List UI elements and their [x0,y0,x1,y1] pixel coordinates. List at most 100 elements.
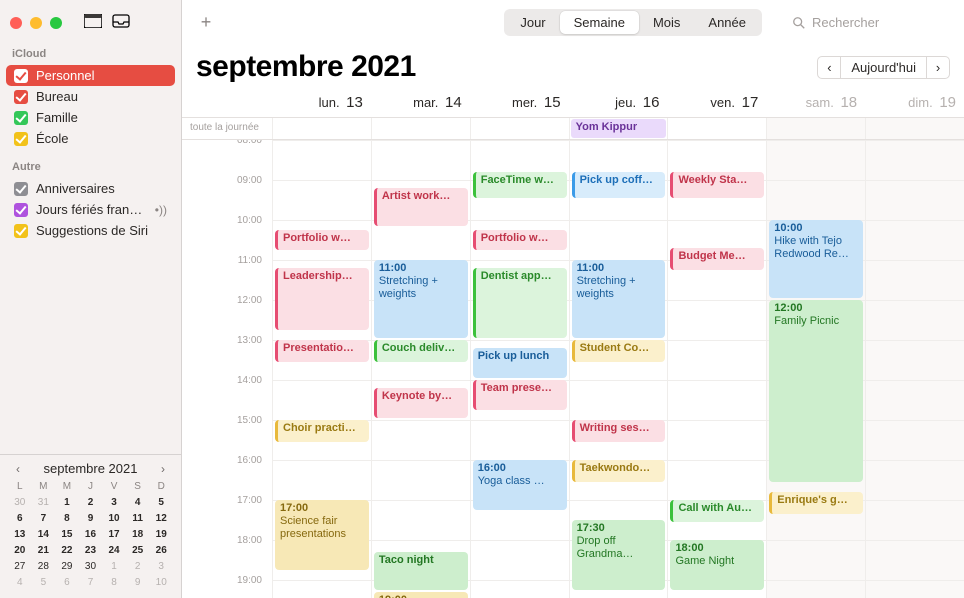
calendar-view-icon[interactable] [84,14,102,33]
mini-day[interactable]: 5 [151,496,171,510]
mini-day[interactable]: 23 [81,544,101,558]
calendar-anniversaires[interactable]: Anniversaires [6,178,175,199]
mini-day[interactable]: 14 [34,528,54,542]
view-année[interactable]: Année [694,11,760,34]
day-column[interactable]: Artist work…11:00Stretching + weightsCou… [371,140,470,598]
mini-day[interactable]: 30 [10,496,30,510]
mini-day[interactable]: 11 [128,512,148,526]
mini-day[interactable]: 1 [57,496,77,510]
mini-next-month[interactable]: › [155,462,171,476]
calendar-siri[interactable]: Suggestions de Siri [6,220,175,241]
event[interactable]: Writing ses… [572,420,666,442]
checkbox-icon[interactable] [14,224,28,238]
event[interactable]: Dentist app… [473,268,567,338]
event[interactable]: Taco night [374,552,468,590]
mini-day[interactable]: 15 [57,528,77,542]
calendar-ecole[interactable]: École [6,128,175,149]
checkbox-icon[interactable] [14,90,28,104]
next-week-button[interactable]: › [926,56,950,79]
mini-day[interactable]: 7 [81,576,101,590]
mini-day[interactable]: 2 [128,560,148,574]
view-semaine[interactable]: Semaine [560,11,639,34]
allday-cell[interactable] [766,118,865,139]
mini-prev-month[interactable]: ‹ [10,462,26,476]
mini-day[interactable]: 16 [81,528,101,542]
event[interactable]: Enrique's g… [769,492,863,514]
mini-day[interactable]: 5 [34,576,54,590]
search-field[interactable]: Rechercher [792,15,952,30]
mini-day[interactable]: 25 [128,544,148,558]
mini-day[interactable]: 8 [57,512,77,526]
event[interactable]: Portfolio w… [473,230,567,250]
minimize-icon[interactable] [30,17,42,29]
event[interactable]: Pick up lunch [473,348,567,378]
mini-day[interactable]: 19 [151,528,171,542]
inbox-view-icon[interactable] [112,14,130,33]
allday-cell[interactable] [371,118,470,139]
mini-day[interactable]: 10 [151,576,171,590]
mini-day[interactable]: 20 [10,544,30,558]
allday-cell[interactable] [667,118,766,139]
checkbox-icon[interactable] [14,69,28,83]
event[interactable]: Team prese… [473,380,567,410]
mini-day[interactable]: 22 [57,544,77,558]
mini-day[interactable]: 24 [104,544,124,558]
add-event-button[interactable]: + [194,12,218,33]
checkbox-icon[interactable] [14,182,28,196]
allday-event[interactable]: Yom Kippur [571,119,667,138]
mini-day[interactable]: 30 [81,560,101,574]
mini-day[interactable]: 17 [104,528,124,542]
mini-day[interactable]: 29 [57,560,77,574]
calendar-bureau[interactable]: Bureau [6,86,175,107]
event[interactable]: Leadership… [275,268,369,330]
calendar-personnel[interactable]: Personnel [6,65,175,86]
day-column[interactable]: 10:00Hike with TejoRedwood Re…12:00Famil… [766,140,865,598]
day-column[interactable]: Pick up coff… 11:00Stretching + weightsSt… [569,140,668,598]
view-jour[interactable]: Jour [506,11,559,34]
mini-day[interactable]: 31 [34,496,54,510]
mini-day[interactable]: 7 [34,512,54,526]
event[interactable]: 17:00Science fair presentations [275,500,369,570]
allday-cell[interactable] [272,118,371,139]
event[interactable]: 17:30Drop off Grandma… [572,520,666,590]
mini-day[interactable]: 6 [57,576,77,590]
mini-day[interactable]: 9 [128,576,148,590]
event[interactable]: Budget Me… [670,248,764,270]
event[interactable]: Weekly Sta… [670,172,764,198]
mini-day[interactable]: 9 [81,512,101,526]
calendar-feriés[interactable]: Jours fériés fran…•)) [6,199,175,220]
mini-day[interactable]: 3 [151,560,171,574]
mini-day[interactable]: 28 [34,560,54,574]
allday-cell[interactable] [865,118,964,139]
checkbox-icon[interactable] [14,111,28,125]
event[interactable]: Portfolio w… [275,230,369,250]
event[interactable]: 18:00Game Night [670,540,764,590]
mini-day[interactable]: 26 [151,544,171,558]
mini-day[interactable]: 4 [10,576,30,590]
day-column[interactable]: FaceTime w… Portfolio w… Dentist app… Pick … [470,140,569,598]
mini-day[interactable]: 10 [104,512,124,526]
event[interactable]: Pick up coff… [572,172,666,198]
event[interactable]: Taekwondo… [572,460,666,482]
checkbox-icon[interactable] [14,132,28,146]
event[interactable]: Call with Au… [670,500,764,522]
calendar-famille[interactable]: Famille [6,107,175,128]
event[interactable]: FaceTime w… [473,172,567,198]
event[interactable]: 11:00Stretching + weights [572,260,666,338]
prev-week-button[interactable]: ‹ [817,56,841,79]
view-mois[interactable]: Mois [639,11,694,34]
event[interactable]: Choir practi… [275,420,369,442]
mini-day[interactable]: 13 [10,528,30,542]
checkbox-icon[interactable] [14,203,28,217]
allday-cell[interactable]: Yom Kippur [569,118,668,139]
close-icon[interactable] [10,17,22,29]
event[interactable]: Presentatio… [275,340,369,362]
mini-day[interactable]: 3 [104,496,124,510]
event[interactable]: Student Co… [572,340,666,362]
event[interactable]: Couch deliv… [374,340,468,362]
today-button[interactable]: Aujourd'hui [841,56,926,79]
mini-day[interactable]: 18 [128,528,148,542]
mini-day[interactable]: 6 [10,512,30,526]
mini-day[interactable]: 21 [34,544,54,558]
day-column[interactable]: Weekly Sta… Budget Me… Call with Au… 18:00G… [667,140,766,598]
